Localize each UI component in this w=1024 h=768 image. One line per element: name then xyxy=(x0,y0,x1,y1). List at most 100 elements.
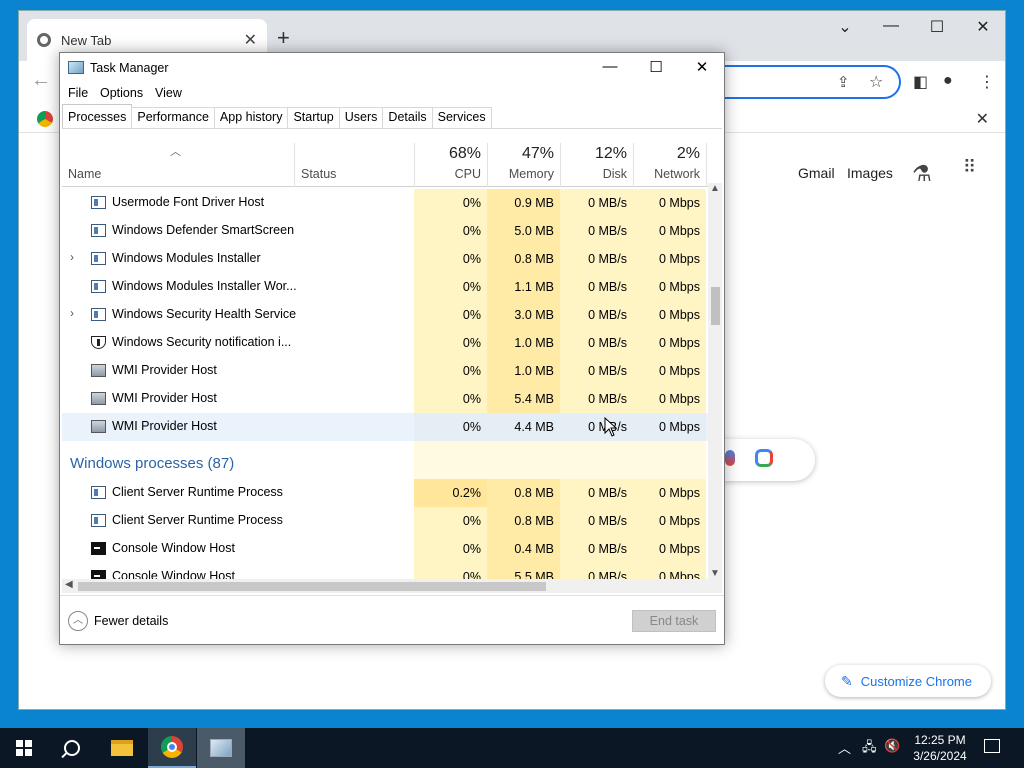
end-task-button[interactable]: End task xyxy=(632,610,716,632)
table-row[interactable]: Windows Security notification i... 0% 1.0 … xyxy=(62,329,708,357)
chrome-taskbar-button[interactable] xyxy=(148,728,196,768)
process-cpu: 0% xyxy=(414,385,487,413)
fewer-details-link[interactable]: Fewer details xyxy=(94,614,168,628)
tab-performance[interactable]: Performance xyxy=(131,107,215,128)
vertical-scrollbar[interactable]: ▲ ▼ xyxy=(708,183,722,579)
maximize-icon[interactable]: ☐ xyxy=(917,17,957,37)
close-icon[interactable]: ✕ xyxy=(976,109,989,129)
scroll-down-icon[interactable]: ▼ xyxy=(710,568,720,579)
scroll-up-icon[interactable]: ▲ xyxy=(710,183,720,194)
process-disk: 0 MB/s xyxy=(560,217,633,245)
column-header-power[interactable]: P xyxy=(706,143,710,187)
process-cpu: 0% xyxy=(414,189,487,217)
table-row[interactable]: Usermode Font Driver Host 0% 0.9 MB 0 MB/s 0… xyxy=(62,189,708,217)
start-button[interactable] xyxy=(0,728,48,768)
scroll-thumb-horizontal[interactable] xyxy=(78,582,546,591)
table-row[interactable]: WMI Provider Host 0% 5.4 MB 0 MB/s 0 Mbps xyxy=(62,385,708,413)
search-button[interactable] xyxy=(48,728,96,768)
table-row[interactable]: Client Server Runtime Process 0% 0.8 MB 0 M… xyxy=(62,507,708,535)
tab-search-chevron-icon[interactable]: ⌄ xyxy=(825,17,865,37)
process-name: Windows Security notification i... xyxy=(112,335,292,349)
network-icon[interactable]: 🖧 xyxy=(862,738,877,760)
chrome-logo-icon[interactable] xyxy=(37,111,53,127)
table-row[interactable]: Console Window Host 0% 5.5 MB 0 MB/s 0 Mbps xyxy=(62,563,708,579)
minimize-icon[interactable]: — xyxy=(590,58,630,75)
tab-details[interactable]: Details xyxy=(382,107,433,128)
console-icon xyxy=(91,570,106,579)
task-manager-taskbar-button[interactable] xyxy=(197,728,245,768)
process-network: 0 Mbps xyxy=(633,189,706,217)
system-clock[interactable]: 12:25 PM 3/26/2024 xyxy=(904,732,976,764)
tab-services[interactable]: Services xyxy=(431,107,492,128)
maximize-icon[interactable]: ☐ xyxy=(636,58,676,76)
wmi-provider-icon xyxy=(91,420,106,433)
process-network: 0 Mbps xyxy=(633,479,706,507)
chevron-up-circle-icon[interactable]: ︿ xyxy=(68,611,88,631)
menu-options[interactable]: Options xyxy=(100,86,143,100)
process-window-icon xyxy=(91,308,106,321)
expand-chevron-icon[interactable]: › xyxy=(70,306,74,320)
horizontal-scrollbar[interactable]: ◀ xyxy=(62,579,722,593)
process-network: 0 Mbps xyxy=(633,217,706,245)
side-panel-icon[interactable]: ◧ xyxy=(913,72,928,92)
tab-users[interactable]: Users xyxy=(338,107,384,128)
column-header-status-cell[interactable]: Status xyxy=(294,143,414,187)
voice-search-icon[interactable] xyxy=(725,450,735,466)
menu-view[interactable]: View xyxy=(155,86,182,100)
minimize-icon[interactable]: — xyxy=(871,17,911,35)
volume-muted-icon[interactable]: 🔇 xyxy=(884,738,900,754)
back-arrow-icon[interactable]: ← xyxy=(31,69,51,92)
gmail-link[interactable]: Gmail xyxy=(798,165,835,181)
table-row[interactable]: Client Server Runtime Process 0.2% 0.8 MB 0… xyxy=(62,479,708,507)
process-network: 0 Mbps xyxy=(633,245,706,273)
bookmark-star-icon[interactable]: ☆ xyxy=(869,72,883,92)
chrome-menu-icon[interactable]: ⋮ xyxy=(979,72,995,92)
table-row[interactable]: WMI Provider Host 0% 1.0 MB 0 MB/s 0 Mbps xyxy=(62,357,708,385)
images-link[interactable]: Images xyxy=(847,165,893,181)
lens-search-icon[interactable] xyxy=(755,449,773,467)
new-tab-button[interactable]: + xyxy=(277,25,290,51)
process-memory: 1.0 MB xyxy=(487,329,560,357)
sort-up-icon: ︿ xyxy=(170,146,181,158)
task-manager-titlebar[interactable]: Task Manager — ☐ ✕ xyxy=(60,53,724,83)
tab-app-history[interactable]: App history xyxy=(213,107,289,128)
network-percent: 2% xyxy=(676,145,700,162)
column-header-status: Status xyxy=(301,167,337,181)
close-icon[interactable]: ✕ xyxy=(682,58,722,76)
table-row[interactable]: Console Window Host 0% 0.4 MB 0 MB/s 0 Mbps xyxy=(62,535,708,563)
scroll-left-icon[interactable]: ◀ xyxy=(65,579,73,590)
column-header-disk[interactable]: 12% Disk xyxy=(560,143,633,187)
menu-file[interactable]: File xyxy=(68,86,88,100)
process-name: Console Window Host xyxy=(112,569,235,579)
tray-chevron-icon[interactable]: ︿ xyxy=(838,738,851,757)
profile-avatar-icon[interactable]: ● xyxy=(943,72,953,90)
chrome-favicon-icon xyxy=(37,33,51,47)
process-network: 0 Mbps xyxy=(633,301,706,329)
tab-processes[interactable]: Processes xyxy=(62,104,133,128)
tab-startup[interactable]: Startup xyxy=(287,107,340,128)
close-window-icon[interactable]: ✕ xyxy=(963,17,1003,37)
labs-flask-icon[interactable]: ⚗ xyxy=(912,161,932,187)
share-icon[interactable]: ⇪ xyxy=(837,73,850,91)
process-window-icon xyxy=(91,196,106,209)
process-window-icon xyxy=(91,224,106,237)
mouse-cursor-icon xyxy=(604,417,618,437)
column-header-network[interactable]: 2% Network xyxy=(633,143,706,187)
address-bar[interactable]: ⇪ ☆ xyxy=(719,65,901,99)
scroll-thumb[interactable] xyxy=(711,287,720,325)
table-row[interactable]: Windows Defender SmartScreen 0% 5.0 MB 0 MB… xyxy=(62,217,708,245)
table-row[interactable]: › Windows Modules Installer 0% 0.8 MB 0 MB/s… xyxy=(62,245,708,273)
process-network: 0 Mbps xyxy=(633,563,706,579)
column-header-memory[interactable]: 47% Memory xyxy=(487,143,560,187)
process-disk: 0 MB/s xyxy=(560,479,633,507)
customize-chrome-button[interactable]: ✎ Customize Chrome xyxy=(825,665,991,697)
table-row[interactable]: › Windows Security Health Service 0% 3.0 MB… xyxy=(62,301,708,329)
table-row[interactable]: Windows Modules Installer Wor... 0% 1.1 MB… xyxy=(62,273,708,301)
expand-chevron-icon[interactable]: › xyxy=(70,250,74,264)
close-tab-icon[interactable]: ✕ xyxy=(244,30,257,50)
notification-icon[interactable] xyxy=(984,739,1000,753)
file-explorer-button[interactable] xyxy=(98,728,146,768)
google-apps-icon[interactable]: ⠿ xyxy=(963,158,985,176)
column-header-name[interactable]: Name xyxy=(68,167,101,181)
column-header-cpu[interactable]: 68% CPU xyxy=(414,143,487,187)
